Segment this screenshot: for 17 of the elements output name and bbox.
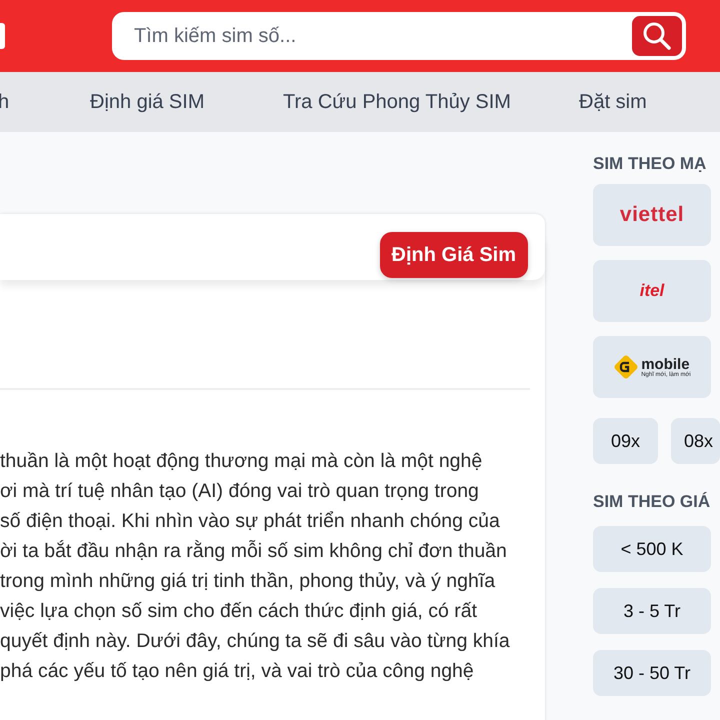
price-chip[interactable]: 3 - 5 Tr xyxy=(593,588,711,634)
price-chip[interactable]: < 500 K xyxy=(593,526,711,572)
search-icon xyxy=(642,21,672,51)
price-chip[interactable]: 30 - 50 Tr xyxy=(593,650,711,696)
nav-link[interactable]: Định giá SIM xyxy=(90,90,283,114)
prefix-chip[interactable]: 08x xyxy=(671,418,720,464)
nav-link[interactable]: Đặt sim xyxy=(579,90,647,114)
section-heading: SIM THEO MẠ xyxy=(593,154,706,175)
nav-link[interactable]: Tra Cứu Phong Thủy SIM xyxy=(283,90,579,114)
network-tile[interactable]: itel xyxy=(593,260,711,322)
valuation-button[interactable]: Định Giá Sim xyxy=(380,232,528,278)
network-tile[interactable]: viettel xyxy=(593,184,711,246)
search-field[interactable]: Tìm kiếm sim số... xyxy=(112,12,686,60)
search-button[interactable] xyxy=(630,14,684,58)
prefix-chip[interactable]: 09x xyxy=(593,418,658,464)
article-paragraph: thuần là một hoạt động thương mại mà còn là một nghệ ơi mà trí tuệ nhân tạo (AI) đóng vai trò quan trọng trong số điện thoại. Khi nhìn vào sự phát triển nhanh chóng của ời ta bắt đầu nhận ra rằng mỗi số sim không chỉ đơn thuần trong mình những giá trị tinh thần, phong thủy, và ý nghĩa việc lựa chọn số sim cho đến cách thức định giá, có rất quyết định này. Dưới đây, chúng ta sẽ đi sâu vào từng khía phá các yếu tố tạo nên giá trị, và vai trò của công nghệ xyxy=(0,449,511,684)
section-heading: SIM THEO GIÁ xyxy=(593,492,710,513)
